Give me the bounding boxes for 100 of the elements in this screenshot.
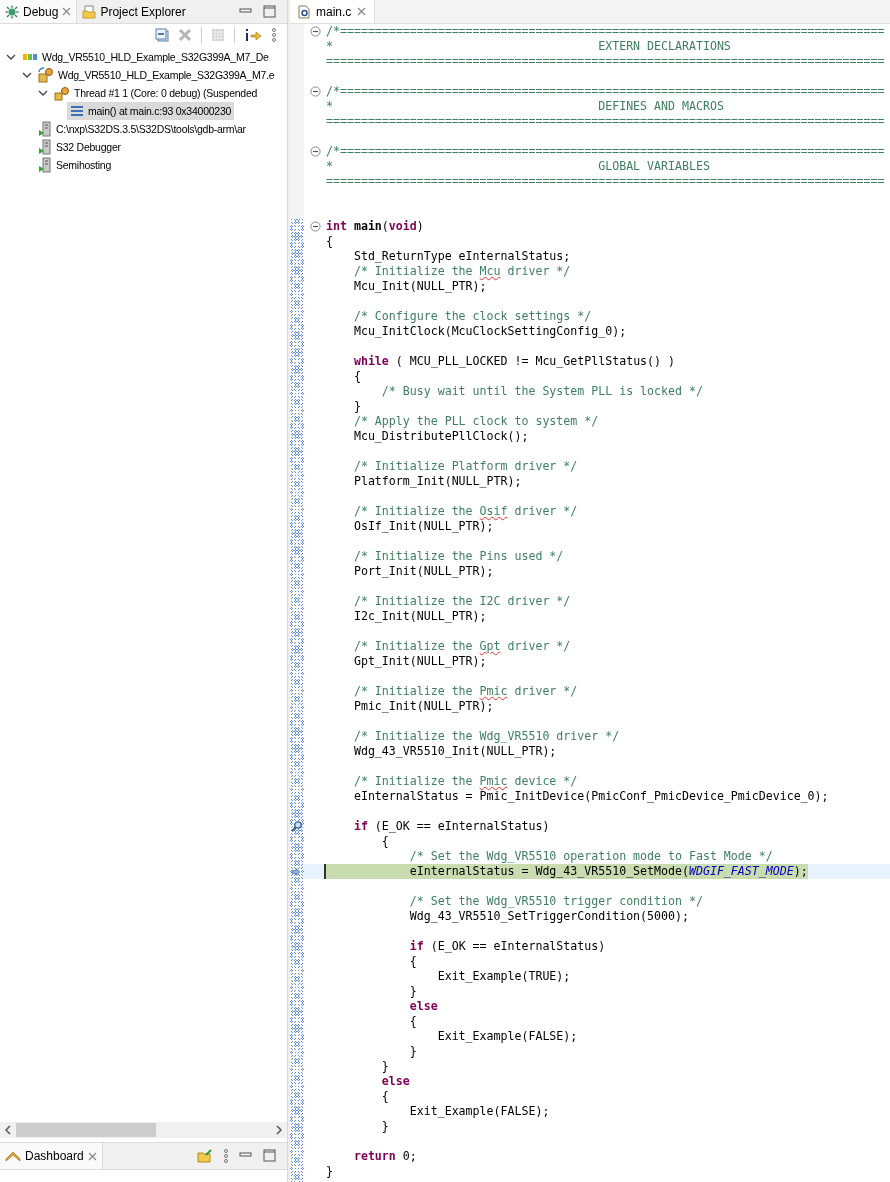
view-tab[interactable]: Debug: [0, 0, 78, 23]
stack-frame-icon: [70, 105, 84, 117]
scroll-right-icon[interactable]: [275, 1125, 283, 1135]
code-line: else: [408, 999, 438, 1014]
fold-icon[interactable]: [309, 146, 321, 157]
code-line: /*==============================================================================: [326, 24, 885, 39]
tree-item[interactable]: Thread #1 1 (Core: 0 debug) (Suspended: [51, 84, 261, 102]
code-line: Std_ReturnType eInternalStatus;: [352, 249, 571, 264]
maximize-icon[interactable]: [263, 1149, 277, 1163]
code-line: Gpt_Init(NULL_PTR);: [352, 654, 487, 669]
code-line: /*==============================================================================: [326, 84, 885, 99]
code-line: {: [352, 369, 361, 384]
code-line: eInternalStatus = Pmic_InitDevice(PmicConf_PmicDevice_PmicDevice_0);: [352, 789, 829, 804]
code-line: Port_Init(NULL_PTR);: [352, 564, 494, 579]
code-line: int main(void): [326, 219, 424, 234]
code-line: {: [408, 1014, 417, 1029]
code-line: Platform_Init(NULL_PTR);: [352, 474, 522, 489]
code-line: {: [326, 234, 333, 249]
fold-icon[interactable]: [309, 86, 321, 97]
code-line: Mcu_Init(NULL_PTR);: [352, 279, 487, 294]
close-icon[interactable]: [62, 7, 72, 16]
fold-icon[interactable]: [309, 26, 321, 37]
collapse-all-icon[interactable]: [155, 28, 169, 42]
tree-item[interactable]: main() at main.c:93 0x34000230: [67, 102, 235, 120]
code-line: if (E_OK == eInternalStatus): [352, 819, 550, 834]
close-icon[interactable]: [87, 1151, 97, 1161]
view-tab[interactable]: Project Explorer: [77, 0, 191, 23]
code-line: {: [380, 834, 389, 849]
code-line: * EXTERN DECLARATIONS: [326, 39, 731, 54]
remove-icon[interactable]: [178, 28, 192, 42]
code-line: {: [408, 954, 417, 969]
tree-item[interactable]: Wdg_VR5510_HLD_Example_S32G399A_M7.e: [35, 66, 278, 84]
tree-item[interactable]: S32 Debugger: [35, 138, 124, 156]
bug-icon: [5, 4, 19, 19]
code-line: Mcu_InitClock(McuClockSettingConfig_0);: [352, 324, 627, 339]
tab-label: main.c: [316, 4, 352, 19]
code-line: Wdg_43_VR5510_SetTriggerCondition(5000);: [408, 909, 689, 924]
code-line: }: [326, 1164, 333, 1179]
code-line: /* Initialize Platform driver */: [352, 459, 578, 474]
tree-label: S32 Debugger: [56, 141, 121, 153]
code-line: Exit_Example(TRUE);: [436, 969, 571, 984]
c-file-icon: [298, 4, 310, 19]
code-line: }: [380, 1059, 389, 1074]
code-line: Mcu_DistributePllClock();: [352, 429, 529, 444]
code-line: if (E_OK == eInternalStatus): [408, 939, 606, 954]
tree-label: C:\nxp\S32DS.3.5\S32DS\tools\gdb-arm\ar: [56, 123, 246, 135]
chevron-icon[interactable]: [22, 70, 32, 80]
open-folder-icon[interactable]: [197, 1149, 213, 1163]
chevron-icon[interactable]: [6, 52, 16, 62]
code-line: }: [408, 984, 417, 999]
tree-item[interactable]: C:\nxp\S32DS.3.5\S32DS\tools\gdb-arm\ar: [35, 120, 249, 138]
code-line: /* Initialize the Pmic device */: [352, 774, 578, 789]
code-line: Wdg_43_VR5510_Init(NULL_PTR);: [352, 744, 557, 759]
tab-label: Debug: [23, 4, 59, 19]
view-tab[interactable]: Dashboard: [0, 1143, 103, 1169]
tree-item[interactable]: Wdg_VR5510_HLD_Example_S32G399A_M7_De: [19, 48, 272, 66]
code-line: ================================================================================: [326, 174, 885, 189]
tree-label: Wdg_VR5510_HLD_Example_S32G399A_M7.e: [58, 69, 275, 81]
code-line: Exit_Example(FALSE);: [436, 1029, 578, 1044]
code-line: }: [352, 399, 361, 414]
scroll-thumb[interactable]: [16, 1123, 156, 1137]
tree-label: Semihosting: [56, 159, 112, 171]
code-line: /* Busy wait until the System PLL is locked */: [380, 384, 703, 399]
chevron-icon[interactable]: [38, 88, 48, 98]
code-line: /* Initialize the Gpt driver */: [352, 639, 571, 654]
code-line: /* Initialize the Pins used */: [352, 549, 564, 564]
code-line: Exit_Example(FALSE);: [408, 1104, 550, 1119]
code-line: * GLOBAL VARIABLES: [326, 159, 710, 174]
step-icon[interactable]: [244, 28, 262, 42]
tree-item[interactable]: Semihosting: [35, 156, 115, 174]
code-line: /* Configure the clock settings */: [352, 309, 592, 324]
folder-icon: [82, 4, 97, 19]
code-line: * DEFINES AND MACROS: [326, 99, 724, 114]
code-line: else: [380, 1074, 410, 1089]
code-line: /* Set the Wdg_VR5510 operation mode to Fast Mode */: [408, 849, 773, 864]
tab-label: Dashboard: [25, 1149, 84, 1163]
tab-label: Project Explorer: [100, 4, 186, 19]
code-line: /* Initialize the Pmic driver */: [352, 684, 578, 699]
server-icon: [38, 121, 52, 137]
code-line: while ( MCU_PLL_LOCKED != Mcu_GetPllStatus() ): [352, 354, 675, 369]
more-icon[interactable]: [271, 28, 277, 42]
editor-tab[interactable]: main.c: [290, 0, 376, 23]
code-line: /*==============================================================================: [326, 144, 885, 159]
fold-icon[interactable]: [309, 221, 321, 232]
close-icon[interactable]: [357, 7, 367, 16]
tree-label: Wdg_VR5510_HLD_Example_S32G399A_M7_De: [42, 51, 269, 63]
tree-label: main() at main.c:93 0x34000230: [88, 105, 232, 117]
code-line: {: [380, 1089, 389, 1104]
horizontal-scrollbar[interactable]: [0, 1122, 287, 1138]
code-line: /* Initialize the I2C driver */: [352, 594, 571, 609]
scroll-left-icon[interactable]: [4, 1125, 12, 1135]
more-icon[interactable]: [223, 1149, 229, 1163]
tree-label: Thread #1 1 (Core: 0 debug) (Suspended: [74, 87, 258, 99]
code-line: ================================================================================: [326, 114, 885, 129]
maximize-icon[interactable]: [263, 4, 277, 19]
code-line: /* Initialize the Wdg_VR5510 driver */: [352, 729, 620, 744]
code-line: ================================================================================: [326, 54, 885, 69]
code-line: return 0;: [352, 1149, 417, 1164]
code-line: /* Apply the PLL clock to system */: [352, 414, 599, 429]
server-icon: [38, 157, 52, 173]
